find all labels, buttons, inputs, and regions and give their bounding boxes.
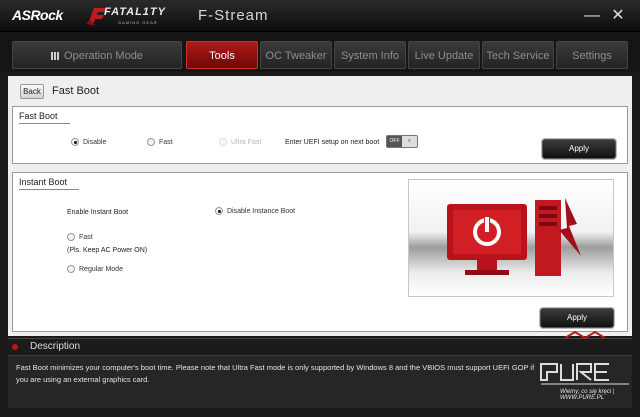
tab-label: Tools <box>209 50 235 62</box>
description-title: Description <box>30 341 81 352</box>
breadcrumb: Back Fast Boot <box>20 82 99 100</box>
radio-icon[interactable] <box>147 138 155 146</box>
fast-boot-title: Fast Boot <box>19 111 70 124</box>
instant-boot-title: Instant Boot <box>19 177 80 190</box>
asrock-logo: ASRock <box>12 7 63 23</box>
bullet-icon <box>12 344 18 350</box>
tab-label: System Info <box>340 50 400 62</box>
toggle-knob-icon: ≡ <box>408 138 411 144</box>
tab-system-info[interactable]: System Info <box>334 41 406 69</box>
fast-boot-disable-option[interactable]: Disable <box>71 138 106 146</box>
fatality-subtitle: GAMING GEAR <box>118 20 158 25</box>
radio-selected-icon[interactable] <box>71 138 79 146</box>
tab-oc-tweaker[interactable]: OC Tweaker <box>260 41 332 69</box>
description-text: Fast Boot minimizes your computer's boot… <box>16 363 535 384</box>
tab-label: OC Tweaker <box>265 50 327 62</box>
fatality-wordmark: FATAL1TY <box>104 6 166 18</box>
tab-label: Live Update <box>414 50 474 62</box>
app-title: F-Stream <box>198 7 269 24</box>
option-label: Disable <box>83 138 107 146</box>
title-bar: ASRock FATAL1TY GAMING GEAR F-Stream — ✕ <box>0 0 640 32</box>
option-label: Fast <box>79 233 93 241</box>
tab-live-update[interactable]: Live Update <box>408 41 480 69</box>
fast-boot-ultra-fast-option: Ultra Fast <box>219 138 261 146</box>
enable-instant-boot-label: Enable Instant Boot <box>67 209 129 216</box>
instant-boot-fast-option[interactable]: Fast <box>67 233 93 241</box>
watermark-text: Wiemy, co się kręci | WWW.PURE.PL <box>560 389 615 401</box>
tab-label: Settings <box>572 50 612 62</box>
uefi-setup-toggle[interactable]: OFF ≡ <box>386 135 418 148</box>
tools-content: Back Fast Boot Fast Boot Disable Fast Ul… <box>8 76 632 336</box>
tab-tech-service[interactable]: Tech Service <box>482 41 554 69</box>
option-label: Ultra Fast <box>231 138 262 146</box>
main-nav: Operation Mode Tools OC Tweaker System I… <box>0 32 640 72</box>
pc-power-illustration <box>408 179 614 297</box>
fast-boot-panel: Fast Boot Disable Fast Ultra Fast Enter … <box>12 106 628 164</box>
grid-icon <box>51 52 60 60</box>
page-title: Fast Boot <box>52 85 100 97</box>
disable-instant-boot-option[interactable]: Disable Instance Boot <box>215 207 295 215</box>
radio-selected-icon[interactable] <box>215 207 223 215</box>
back-button[interactable]: Back <box>20 83 44 99</box>
radio-disabled-icon <box>219 138 227 146</box>
tab-operation-mode[interactable]: Operation Mode <box>12 41 182 69</box>
regular-mode-option[interactable]: Regular Mode <box>67 265 123 273</box>
close-icon[interactable]: ✕ <box>608 6 628 26</box>
tab-tools[interactable]: Tools <box>186 41 258 69</box>
option-label: Regular Mode <box>79 265 123 273</box>
radio-icon[interactable] <box>67 265 75 273</box>
tab-label: Operation Mode <box>64 50 143 62</box>
tab-settings[interactable]: Settings <box>556 41 628 69</box>
toggle-state: OFF <box>387 136 402 147</box>
pc-power-icon <box>447 198 581 276</box>
minimize-icon[interactable]: — <box>582 6 602 26</box>
uefi-setup-label: Enter UEFI setup on next boot <box>285 139 380 146</box>
tab-label: Tech Service <box>486 50 550 62</box>
fast-note: (Pls. Keep AC Power ON) <box>67 247 148 254</box>
fast-boot-fast-option[interactable]: Fast <box>147 138 173 146</box>
option-label: Fast <box>159 138 173 146</box>
radio-icon[interactable] <box>67 233 75 241</box>
option-label: Disable Instance Boot <box>227 207 296 215</box>
fast-boot-apply-button[interactable]: Apply <box>542 139 616 159</box>
